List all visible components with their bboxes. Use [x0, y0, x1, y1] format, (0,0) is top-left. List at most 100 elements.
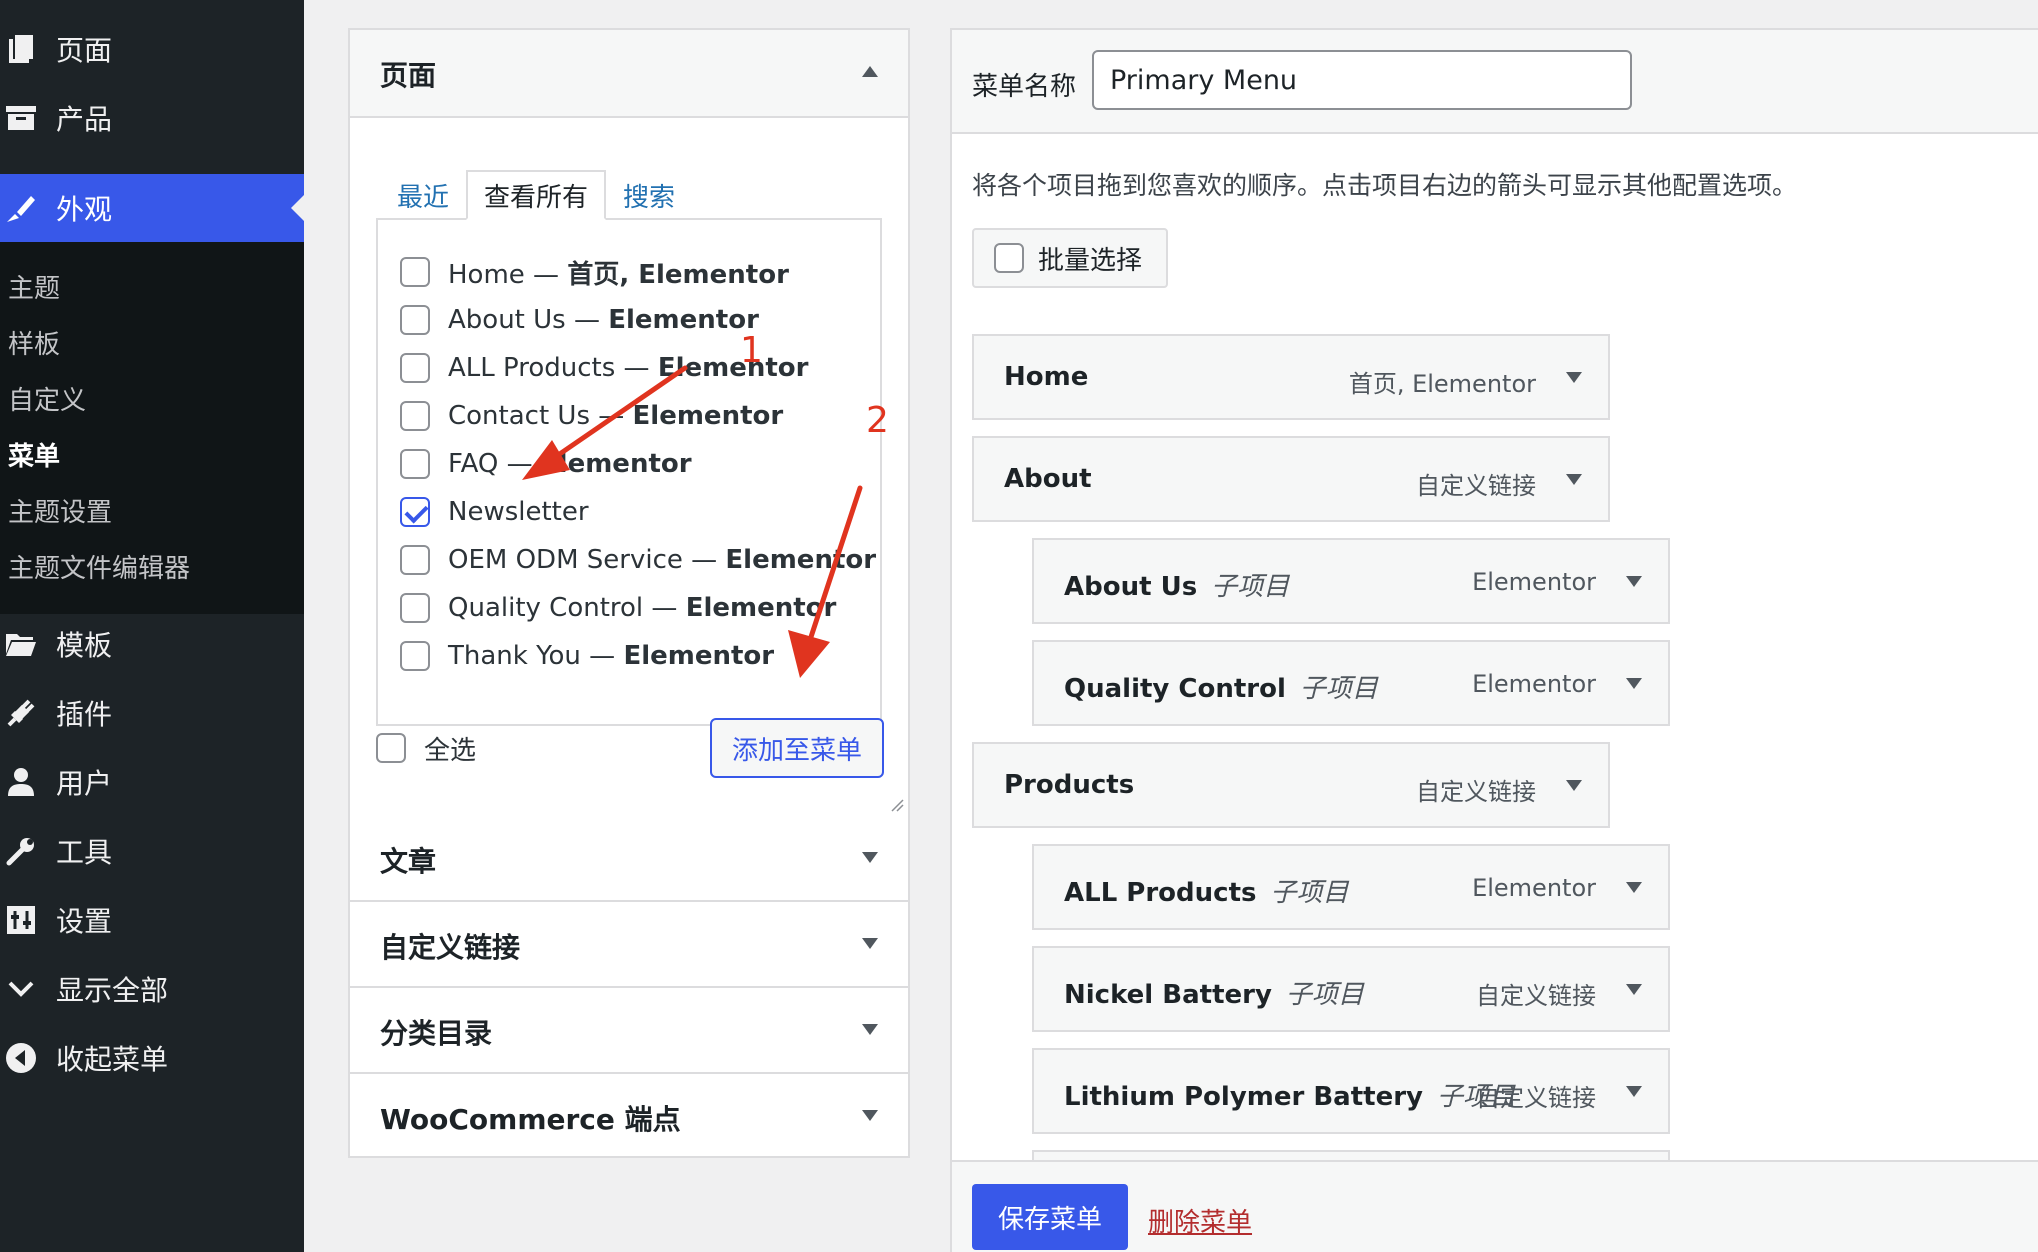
- caret-down-icon[interactable]: [1626, 678, 1642, 689]
- menu-item-lithium-polymer-battery[interactable]: Lithium Polymer Battery 子项目 自定义链接: [1032, 1048, 1670, 1134]
- menu-item-about[interactable]: About 自定义链接: [972, 436, 1610, 522]
- menu-item-about-us[interactable]: About Us 子项目 Elementor: [1032, 538, 1670, 624]
- submenu-item-themes[interactable]: 主题: [8, 268, 60, 305]
- sub-item-label: 子项目: [1299, 674, 1378, 704]
- checkbox[interactable]: [400, 593, 430, 623]
- categories-accordion-header[interactable]: 分类目录: [350, 988, 908, 1074]
- expand-arrow-icon[interactable]: [862, 1024, 878, 1035]
- checkbox[interactable]: [376, 733, 406, 763]
- checkbox[interactable]: [400, 545, 430, 575]
- caret-down-icon[interactable]: [1566, 780, 1582, 791]
- submenu-item-patterns[interactable]: 样板: [8, 324, 60, 361]
- caret-down-icon[interactable]: [1626, 1086, 1642, 1097]
- appearance-submenu: 主题 样板 自定义 菜单 主题设置 主题文件编辑器: [0, 242, 304, 614]
- menu-item-all-products[interactable]: ALL Products 子项目 Elementor: [1032, 844, 1670, 930]
- expand-arrow-icon[interactable]: [862, 852, 878, 863]
- checkbox[interactable]: [994, 243, 1024, 273]
- nav-item-label: 页面: [56, 34, 113, 67]
- expand-arrow-icon[interactable]: [862, 938, 878, 949]
- nav-item-label: 收起菜单: [56, 1043, 169, 1076]
- checkbox-checked[interactable]: [400, 497, 430, 527]
- bulk-select-label: 批量选择: [1038, 245, 1143, 276]
- menu-item-quality-control[interactable]: Quality Control 子项目 Elementor: [1032, 640, 1670, 726]
- menu-name-input[interactable]: [1092, 50, 1632, 110]
- menu-item-title: Products: [1004, 770, 1135, 800]
- caret-down-icon[interactable]: [1626, 984, 1642, 995]
- nav-item-plugins[interactable]: 插件: [0, 679, 304, 747]
- nav-item-settings[interactable]: 设置: [0, 886, 304, 954]
- add-to-menu-button[interactable]: 添加至菜单: [710, 718, 884, 778]
- page-checkbox-newsletter[interactable]: Newsletter: [400, 494, 589, 530]
- checkbox[interactable]: [400, 353, 430, 383]
- nav-item-pages[interactable]: 页面: [0, 15, 304, 83]
- caret-down-icon[interactable]: [1626, 576, 1642, 587]
- page-checkbox-home[interactable]: Home — 首页, Elementor: [400, 254, 789, 290]
- page-checkbox-contact-us[interactable]: Contact Us — Elementor: [400, 398, 783, 434]
- accordion-title: 自定义链接: [380, 931, 521, 964]
- folder-icon: [4, 627, 38, 661]
- caret-down-icon[interactable]: [1566, 474, 1582, 485]
- checkbox[interactable]: [400, 401, 430, 431]
- menu-item-title: Nickel Battery 子项目: [1064, 980, 1364, 1010]
- checkbox[interactable]: [400, 305, 430, 335]
- menu-item-type: 自定义链接: [1416, 472, 1536, 500]
- sub-item-label: 子项目: [1211, 572, 1290, 602]
- caret-down-icon[interactable]: [1566, 372, 1582, 383]
- menu-item-partial: [1032, 1150, 1670, 1160]
- page-checkbox-oem-odm-service[interactable]: OEM ODM Service — Elementor: [400, 542, 876, 578]
- wrench-icon: [4, 834, 38, 868]
- menu-item-type: 首页, Elementor: [1348, 370, 1536, 398]
- nav-item-label: 外观: [56, 193, 113, 226]
- checkbox[interactable]: [400, 257, 430, 287]
- submenu-item-theme-settings[interactable]: 主题设置: [8, 492, 112, 529]
- collapse-arrow-icon[interactable]: [862, 66, 878, 77]
- show-all-toggle[interactable]: 显示全部: [0, 955, 304, 1023]
- pages-accordion-header[interactable]: 页面: [350, 30, 908, 118]
- menu-item-home[interactable]: Home 首页, Elementor: [972, 334, 1610, 420]
- menu-item-title: About Us 子项目: [1064, 572, 1290, 602]
- checklist-label: OEM ODM Service — Elementor: [448, 545, 877, 575]
- menu-item-products[interactable]: Products 自定义链接: [972, 742, 1610, 828]
- collapse-menu-button[interactable]: 收起菜单: [0, 1024, 304, 1092]
- checklist-label: Contact Us — Elementor: [448, 401, 784, 431]
- page-checkbox-about-us[interactable]: About Us — Elementor: [400, 302, 759, 338]
- accordion-title: WooCommerce 端点: [380, 1103, 681, 1136]
- annotation-number-2: 2: [866, 400, 889, 441]
- nav-item-appearance[interactable]: 外观: [0, 174, 304, 242]
- select-all-label: 全选: [424, 735, 477, 766]
- chevron-down-icon: [4, 972, 38, 1006]
- nav-item-users[interactable]: 用户: [0, 748, 304, 816]
- bulk-select-checkbox[interactable]: 批量选择: [972, 228, 1168, 288]
- tab-recent[interactable]: 最近: [390, 170, 456, 220]
- nav-item-label: 用户: [56, 767, 113, 800]
- menu-item-title: ALL Products 子项目: [1064, 878, 1349, 908]
- resize-grip-icon[interactable]: [890, 798, 904, 812]
- nav-item-tools[interactable]: 工具: [0, 817, 304, 885]
- submenu-item-menus[interactable]: 菜单: [8, 436, 60, 473]
- save-menu-button[interactable]: 保存菜单: [972, 1184, 1128, 1250]
- submenu-item-theme-file-editor[interactable]: 主题文件编辑器: [8, 548, 190, 585]
- woocommerce-endpoints-accordion-header[interactable]: WooCommerce 端点: [350, 1074, 908, 1160]
- expand-arrow-icon[interactable]: [862, 1110, 878, 1121]
- appearance-brush-icon: [4, 191, 38, 225]
- select-all-checkbox[interactable]: 全选: [376, 730, 476, 766]
- tab-search[interactable]: 搜索: [616, 170, 682, 220]
- page-checkbox-faq[interactable]: FAQ — Elementor: [400, 446, 692, 482]
- posts-accordion-header[interactable]: 文章: [350, 816, 908, 902]
- page-checkbox-quality-control[interactable]: Quality Control — Elementor: [400, 590, 836, 626]
- delete-menu-link[interactable]: 删除菜单: [1148, 1202, 1252, 1239]
- checkbox[interactable]: [400, 449, 430, 479]
- submenu-item-customize[interactable]: 自定义: [8, 380, 86, 417]
- menu-name-bar: 菜单名称: [952, 30, 2038, 134]
- tab-view-all[interactable]: 查看所有: [466, 170, 606, 220]
- caret-down-icon[interactable]: [1626, 882, 1642, 893]
- menu-item-type: 自定义链接: [1416, 778, 1536, 806]
- page-checkbox-thank-you[interactable]: Thank You — Elementor: [400, 638, 774, 674]
- drag-instructions: 将各个项目拖到您喜欢的顺序。点击项目右边的箭头可显示其他配置选项。: [972, 171, 1798, 200]
- menu-item-nickel-battery[interactable]: Nickel Battery 子项目 自定义链接: [1032, 946, 1670, 1032]
- checkbox[interactable]: [400, 641, 430, 671]
- nav-item-products[interactable]: 产品: [0, 84, 304, 152]
- checklist-label: FAQ — Elementor: [448, 449, 692, 479]
- nav-item-templates[interactable]: 模板: [0, 610, 304, 678]
- custom-links-accordion-header[interactable]: 自定义链接: [350, 902, 908, 988]
